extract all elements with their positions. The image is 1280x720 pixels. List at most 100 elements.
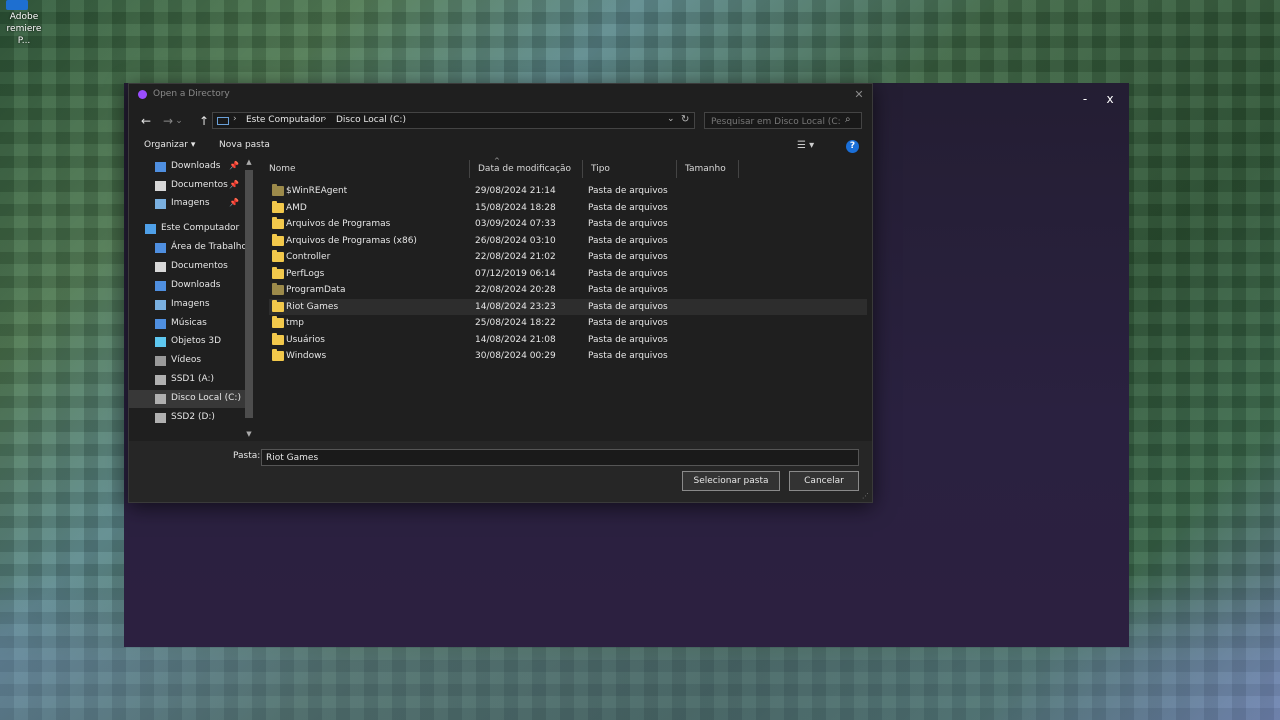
file-row[interactable]: Controller 22/08/2024 21:02 Pasta de arqui… <box>269 249 867 265</box>
sidebar-scrollbar-thumb[interactable] <box>245 170 253 418</box>
app-minimize-button[interactable]: - <box>1074 90 1096 108</box>
dialog-titlebar[interactable]: Open a Directory ✕ <box>129 84 872 106</box>
sidebar-item[interactable]: Documentos <box>129 258 245 276</box>
drive-icon <box>155 394 166 404</box>
resize-grip-icon[interactable]: ⋰ <box>862 492 869 500</box>
sidebar-item-label: Vídeos <box>171 355 202 365</box>
sidebar-item-label: Disco Local (C:) <box>171 393 241 403</box>
file-type: Pasta de arquivos <box>588 235 668 246</box>
sidebar-item-label: Documentos <box>171 180 228 190</box>
help-icon[interactable]: ? <box>846 140 859 153</box>
download-icon <box>155 281 166 291</box>
sidebar-item[interactable]: Documentos 📌 <box>129 177 245 195</box>
sidebar-item-label: Músicas <box>171 318 207 328</box>
search-input[interactable] <box>709 114 843 129</box>
file-date: 14/08/2024 21:08 <box>475 334 556 345</box>
new-folder-button[interactable]: Nova pasta <box>219 140 270 150</box>
sidebar-item[interactable]: SSD2 (D:) <box>129 409 245 427</box>
file-row[interactable]: Usuários 14/08/2024 21:08 Pasta de arquivo… <box>269 332 867 348</box>
file-date: 29/08/2024 21:14 <box>475 186 556 196</box>
breadcrumb-separator-icon: › <box>323 114 327 124</box>
address-dropdown-icon[interactable]: ⌄ <box>667 114 675 124</box>
sidebar-item-label: Área de Trabalho <box>171 242 248 252</box>
file-row[interactable]: Windows 30/08/2024 00:29 Pasta de arquivos <box>269 348 867 364</box>
desktop-shortcut-premiere[interactable]: Adobe remiere P... <box>0 0 60 46</box>
file-row[interactable]: Arquivos de Programas (x86) 26/08/2024 03… <box>269 233 867 249</box>
dialog-close-button[interactable]: ✕ <box>851 87 867 103</box>
sidebar-item-label: Downloads <box>171 280 221 290</box>
app-close-button[interactable]: x <box>1099 90 1121 108</box>
file-row[interactable]: Arquivos de Programas 03/09/2024 07:33 Pas… <box>269 216 867 232</box>
folder-label: Pasta: <box>233 451 261 461</box>
folder-icon <box>272 184 284 196</box>
scroll-up-icon[interactable]: ▲ <box>244 158 254 166</box>
file-row[interactable]: PerfLogs 07/12/2019 06:14 Pasta de arquivo… <box>269 266 867 282</box>
file-name: Controller <box>286 252 331 262</box>
file-type: Pasta de arquivos <box>588 334 668 345</box>
open-directory-dialog: Open a Directory ✕ ← → ⌄ ↑ › Este Comput… <box>128 83 873 503</box>
sidebar-item-label: Documentos <box>171 261 228 271</box>
sidebar-item[interactable]: Imagens 📌 <box>129 195 245 213</box>
cancel-button[interactable]: Cancelar <box>789 471 859 491</box>
file-row[interactable]: tmp 25/08/2024 18:22 Pasta de arquivos <box>269 315 867 331</box>
video-icon <box>155 356 166 366</box>
breadcrumb-disco-local[interactable]: Disco Local (C:) <box>336 115 406 125</box>
file-date: 14/08/2024 23:23 <box>475 301 556 312</box>
desktop-shortcut-label: Adobe remiere P... <box>6 12 42 46</box>
folder-icon <box>272 217 284 229</box>
file-row[interactable]: $WinREAgent 29/08/2024 21:14 Pasta de arqu… <box>269 183 867 199</box>
back-arrow-icon[interactable]: ← <box>137 111 155 131</box>
computer-icon <box>217 117 229 125</box>
column-header-date[interactable]: Data de modificação <box>470 158 583 180</box>
breadcrumb-este-computador[interactable]: Este Computador <box>246 115 324 125</box>
sidebar-item[interactable]: Músicas <box>129 315 245 333</box>
sidebar-item-label: SSD2 (D:) <box>171 412 215 422</box>
refresh-icon[interactable]: ↻ <box>681 114 689 125</box>
file-name: Riot Games <box>286 301 339 312</box>
address-bar[interactable]: › Este Computador › Disco Local (C:) ⌄ ↻ <box>212 112 695 129</box>
sidebar-item-label: Imagens <box>171 299 210 309</box>
file-row[interactable]: Riot Games 14/08/2024 23:23 Pasta de arqui… <box>269 298 867 315</box>
column-header-label: Tipo <box>591 164 610 174</box>
folder-icon <box>272 266 284 279</box>
sidebar-item[interactable]: Disco Local (C:) <box>129 390 245 408</box>
dialog-footer: Pasta: Selecionar pasta Cancelar ⋰ <box>129 441 872 502</box>
file-date: 03/09/2024 07:33 <box>475 219 556 229</box>
sidebar-item[interactable]: Área de Trabalho <box>129 239 248 257</box>
cube-icon <box>155 337 166 347</box>
navigation-bar: ← → ⌄ ↑ › Este Computador › Disco Local … <box>129 111 872 131</box>
file-date: 22/08/2024 20:28 <box>475 285 556 295</box>
recent-locations-chevron-icon[interactable]: ⌄ <box>173 111 185 131</box>
column-header-type[interactable]: Tipo <box>583 158 677 180</box>
document-icon <box>155 262 166 272</box>
file-row[interactable]: AMD 15/08/2024 18:28 Pasta de arquivos <box>269 200 867 216</box>
view-options-icon[interactable]: ☰ ▾ <box>797 140 814 151</box>
column-header-name[interactable]: Nome <box>261 158 470 180</box>
sidebar-item-label: Este Computador <box>161 223 240 233</box>
file-type: Pasta de arquivos <box>588 318 668 328</box>
search-box[interactable]: ⌕ <box>704 112 862 129</box>
file-type: Pasta de arquivos <box>588 351 668 361</box>
select-folder-button[interactable]: Selecionar pasta <box>682 471 780 491</box>
computer-icon <box>145 224 156 234</box>
file-row[interactable]: ProgramData 22/08/2024 20:28 Pasta de arqu… <box>269 282 867 298</box>
sidebar-item-label: Downloads <box>171 161 221 171</box>
sidebar-item[interactable]: SSD1 (A:) <box>129 371 245 389</box>
pin-icon: 📌 <box>229 198 239 207</box>
sidebar-item[interactable]: Este Computador <box>129 220 245 238</box>
sidebar-item[interactable]: Vídeos <box>129 352 245 370</box>
sidebar-item[interactable]: Objetos 3D <box>129 333 245 351</box>
file-type: Pasta de arquivos <box>588 186 668 196</box>
image-icon <box>155 199 166 209</box>
organize-button[interactable]: Organizar ▾ <box>144 140 195 150</box>
sidebar-item[interactable]: Imagens <box>129 296 245 314</box>
folder-name-input[interactable] <box>261 449 859 466</box>
sidebar-item[interactable]: Downloads <box>129 277 245 295</box>
file-name: Arquivos de Programas <box>286 219 391 229</box>
music-icon <box>155 319 166 329</box>
sidebar-item[interactable]: Downloads 📌 <box>129 158 245 176</box>
up-arrow-icon[interactable]: ↑ <box>195 111 213 131</box>
column-header-size[interactable]: Tamanho <box>677 158 739 180</box>
scroll-down-icon[interactable]: ▼ <box>244 430 254 438</box>
drive-icon <box>155 375 166 385</box>
